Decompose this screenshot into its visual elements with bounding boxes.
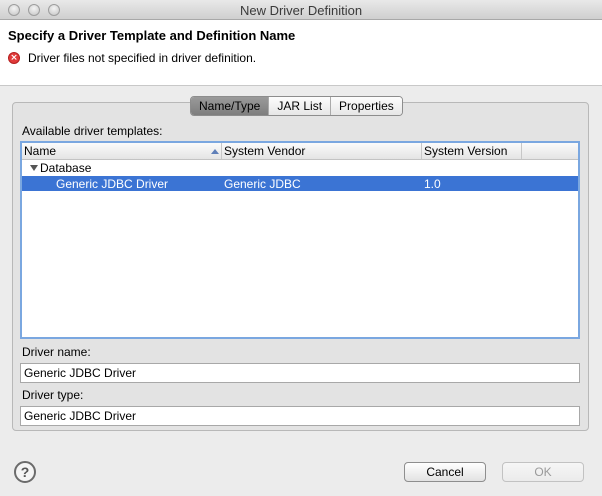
sort-ascending-icon <box>211 149 219 154</box>
column-header-name[interactable]: Name <box>22 143 222 159</box>
table-header: Name System Vendor System Version <box>22 143 578 160</box>
expand-triangle-icon[interactable] <box>30 165 38 171</box>
driver-name-label: Driver name: <box>22 345 91 359</box>
title-bar: New Driver Definition <box>0 0 602 20</box>
cell-vendor: Generic JDBC <box>224 177 301 191</box>
cancel-button[interactable]: Cancel <box>404 462 486 482</box>
tree-group-label: Database <box>40 161 92 175</box>
page-title: Specify a Driver Template and Definition… <box>8 28 296 43</box>
column-header-vendor[interactable]: System Vendor <box>222 143 422 159</box>
tab-bar: Name/Type JAR List Properties <box>190 96 403 116</box>
tree-group-database[interactable]: Database <box>22 160 578 176</box>
table-row[interactable]: Generic JDBC Driver Generic JDBC 1.0 <box>22 176 578 191</box>
driver-type-label: Driver type: <box>22 388 84 402</box>
driver-name-field[interactable]: Generic JDBC Driver <box>20 363 580 383</box>
cell-name: Generic JDBC Driver <box>56 177 169 191</box>
error-message: Driver files not specified in driver def… <box>28 51 257 65</box>
ok-button[interactable]: OK <box>502 462 584 482</box>
window-title: New Driver Definition <box>239 3 363 18</box>
driver-templates-table[interactable]: Name System Vendor System Version Databa… <box>20 141 580 339</box>
error-icon: × <box>8 52 20 64</box>
tab-jar-list[interactable]: JAR List <box>269 97 332 115</box>
column-header-version[interactable]: System Version <box>422 143 522 159</box>
cell-version: 1.0 <box>424 177 441 191</box>
tab-properties[interactable]: Properties <box>331 97 402 115</box>
wizard-header: Specify a Driver Template and Definition… <box>0 20 602 86</box>
tab-name-type[interactable]: Name/Type <box>191 97 270 115</box>
driver-type-field[interactable]: Generic JDBC Driver <box>20 406 580 426</box>
help-icon[interactable]: ? <box>14 461 36 483</box>
templates-label: Available driver templates: <box>22 124 163 138</box>
